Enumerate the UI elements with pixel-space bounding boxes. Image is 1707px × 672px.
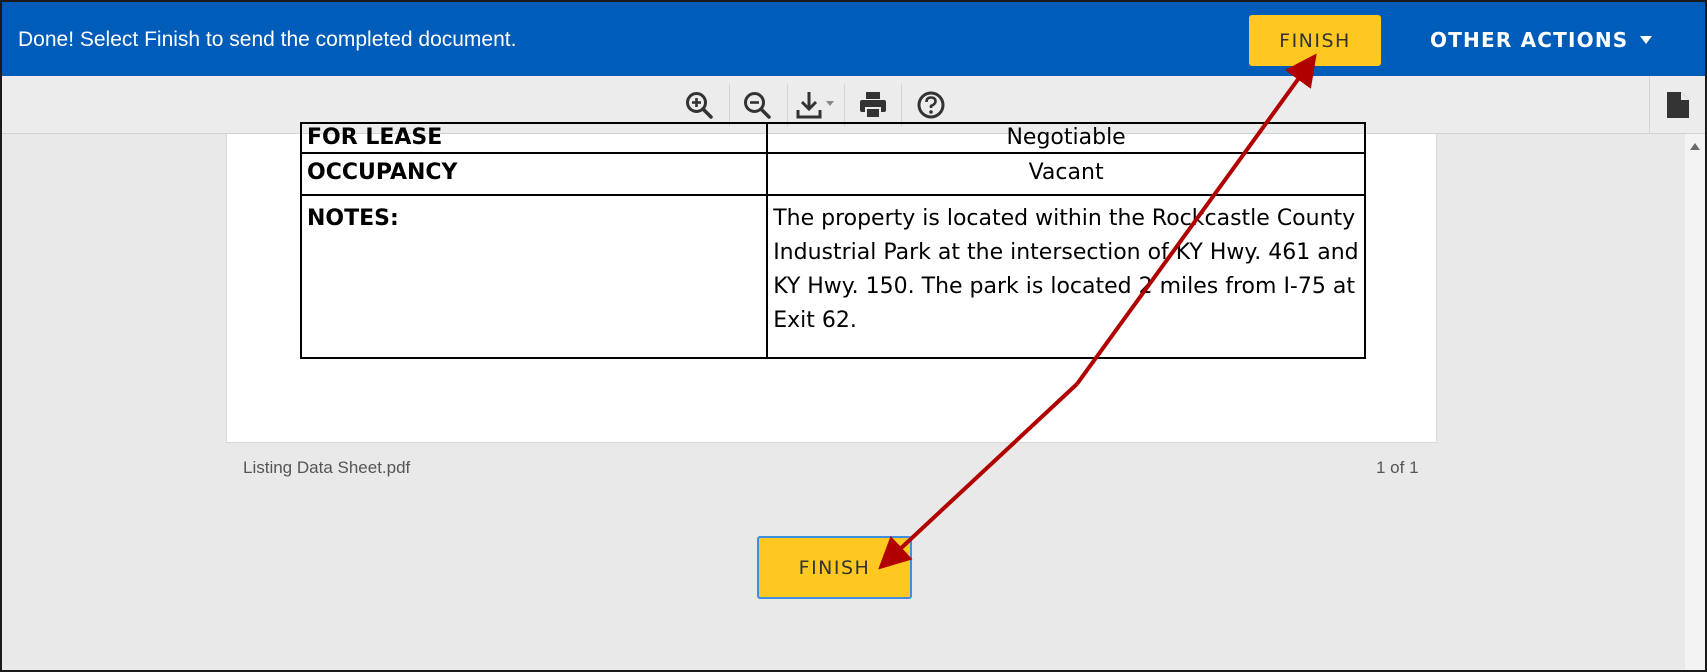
print-icon[interactable] bbox=[855, 87, 891, 123]
toolbar-divider bbox=[844, 84, 845, 126]
row-value: The property is located within the Rockc… bbox=[766, 194, 1366, 359]
document-viewer[interactable]: FOR LEASE Negotiable OCCUPANCY Vacant NO… bbox=[2, 122, 1685, 670]
file-name: Listing Data Sheet.pdf bbox=[243, 458, 411, 477]
help-icon[interactable] bbox=[913, 87, 949, 123]
finish-button-top[interactable]: FINISH bbox=[1249, 15, 1381, 66]
toolbar-divider bbox=[1649, 76, 1650, 134]
app-frame: Done! Select Finish to send the complete… bbox=[0, 0, 1707, 672]
table-row: FOR LEASE Negotiable bbox=[299, 122, 1366, 154]
banner-message: Done! Select Finish to send the complete… bbox=[18, 28, 517, 51]
table-row: OCCUPANCY Vacant bbox=[299, 152, 1366, 196]
scroll-up-arrow-icon[interactable] bbox=[1690, 143, 1700, 150]
zoom-in-icon[interactable] bbox=[681, 87, 717, 123]
document-page: FOR LEASE Negotiable OCCUPANCY Vacant NO… bbox=[226, 122, 1437, 443]
other-actions-label: OTHER ACTIONS bbox=[1430, 28, 1629, 52]
document-panel-icon[interactable] bbox=[1660, 87, 1696, 123]
table-row: NOTES: The property is located within th… bbox=[299, 194, 1366, 359]
finish-button-bottom[interactable]: FINISH bbox=[757, 536, 912, 599]
row-label: FOR LEASE bbox=[299, 122, 769, 154]
completion-banner: Done! Select Finish to send the complete… bbox=[2, 2, 1705, 76]
row-value: Vacant bbox=[766, 152, 1366, 196]
other-actions-menu[interactable]: OTHER ACTIONS bbox=[1430, 28, 1653, 52]
page-count: 1 of 1 bbox=[1376, 458, 1419, 477]
row-label: OCCUPANCY bbox=[299, 152, 769, 196]
chevron-down-icon bbox=[1640, 36, 1653, 44]
row-value: Negotiable bbox=[766, 122, 1366, 154]
toolbar-divider bbox=[729, 84, 730, 126]
row-label: NOTES: bbox=[299, 194, 769, 359]
vertical-scrollbar[interactable] bbox=[1685, 134, 1705, 670]
zoom-out-icon[interactable] bbox=[739, 87, 775, 123]
toolbar-divider bbox=[901, 84, 902, 126]
listing-table: FOR LEASE Negotiable OCCUPANCY Vacant NO… bbox=[299, 122, 1366, 359]
toolbar-divider bbox=[787, 84, 788, 126]
download-icon[interactable] bbox=[794, 87, 840, 123]
